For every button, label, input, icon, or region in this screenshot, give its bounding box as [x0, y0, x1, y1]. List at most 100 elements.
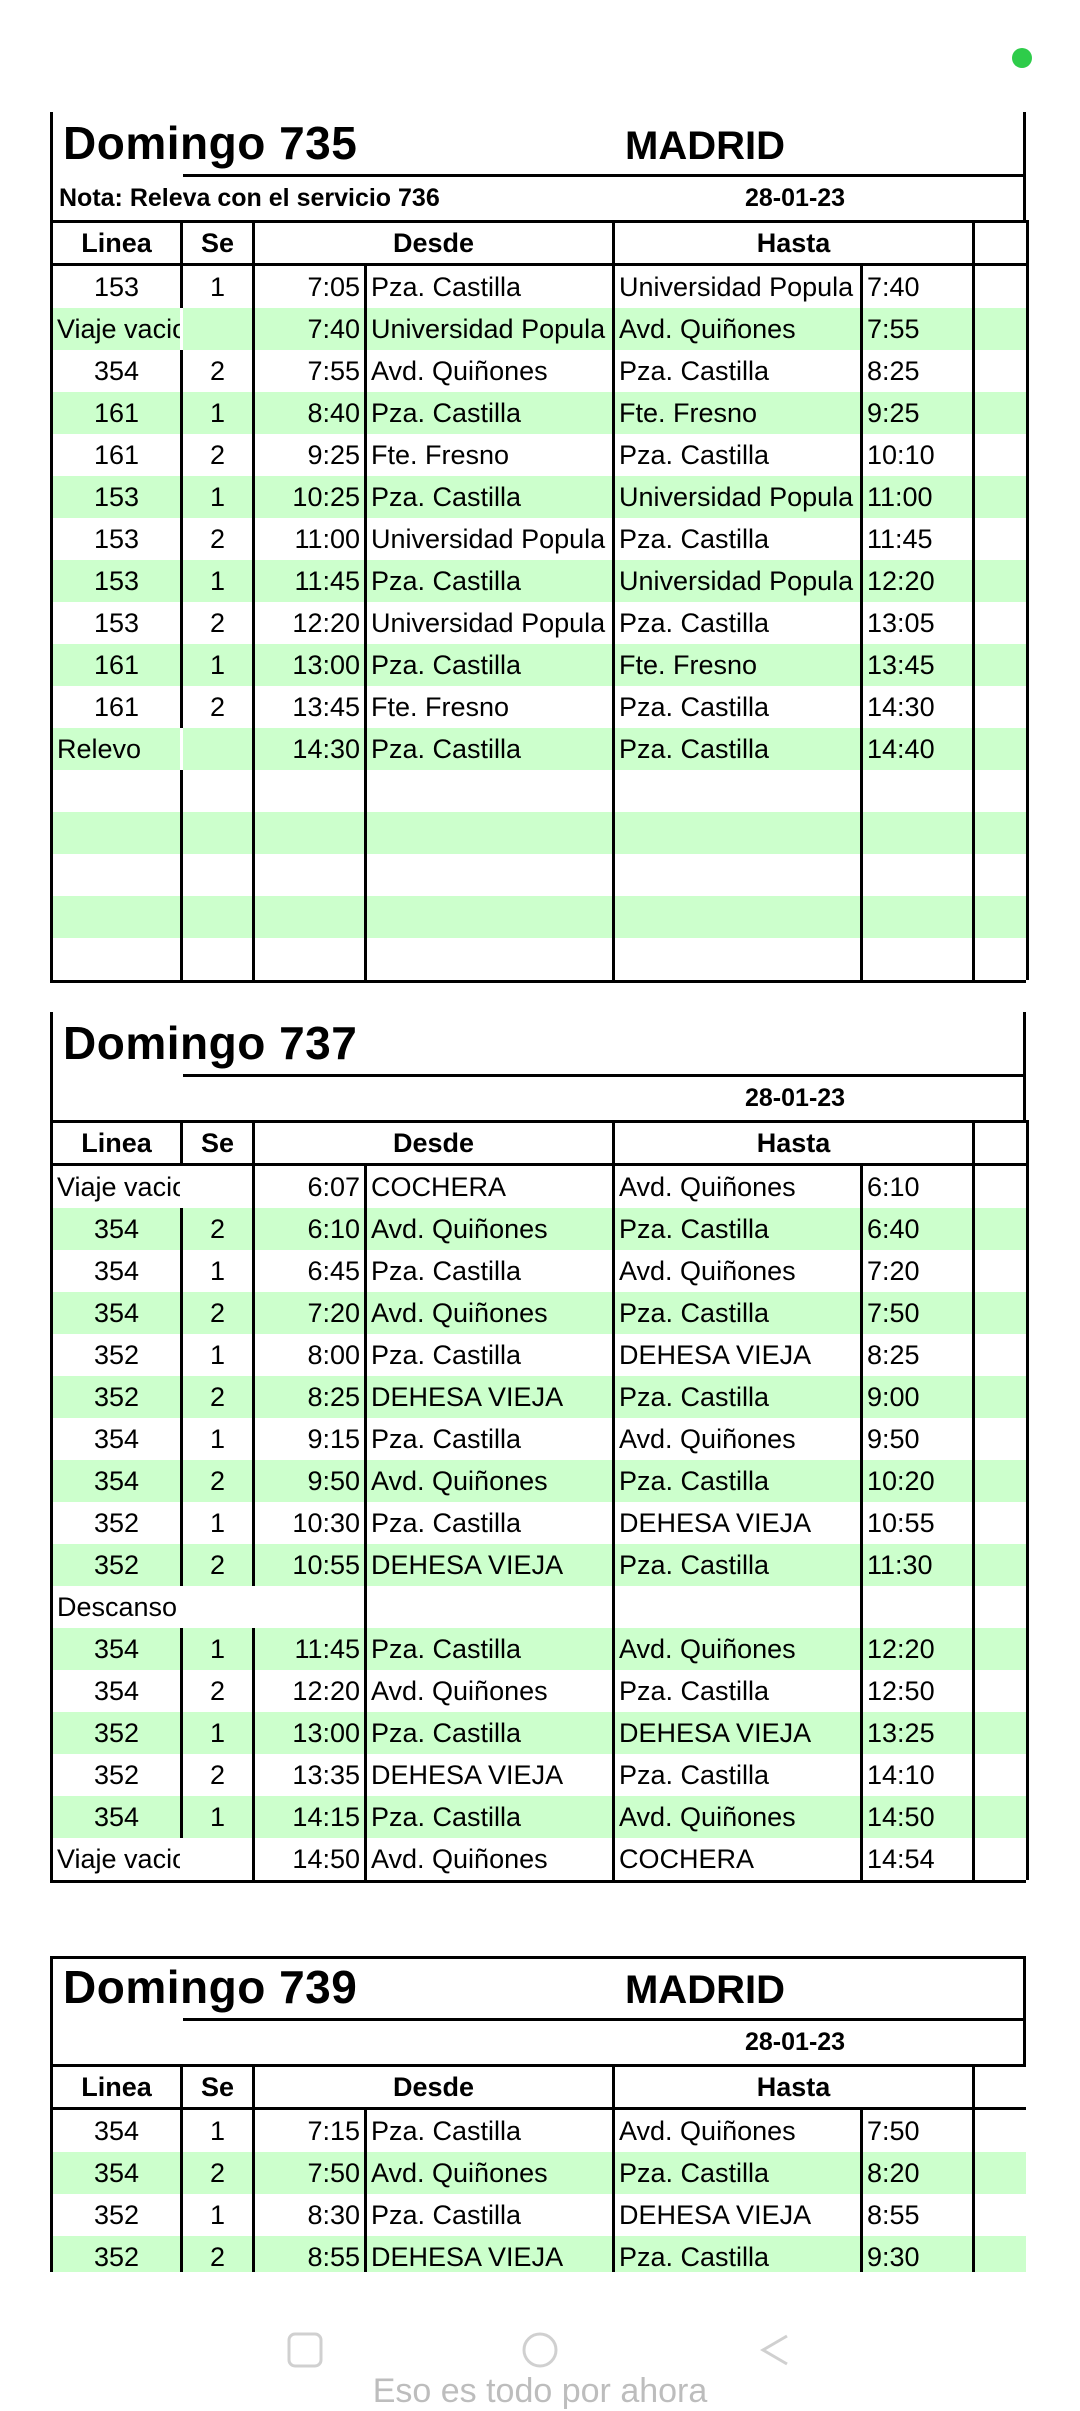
cell-se: 2	[180, 1376, 254, 1418]
table-row[interactable]: 352 2 8:55 DEHESA VIEJA Pza. Castilla 9:30	[50, 2236, 1026, 2272]
cell-desde: Avd. Quiñones	[363, 2152, 614, 2194]
cell-blank	[972, 1670, 1030, 1712]
cell-linea: 354	[50, 1670, 182, 1712]
table-row[interactable]: 354 2 9:50 Avd. Quiñones Pza. Castilla 10:20	[50, 1460, 1030, 1502]
cell-departure-time: 9:25	[252, 434, 366, 476]
table-row[interactable]	[50, 938, 1030, 980]
table-row[interactable]: 352 1 8:30 Pza. Castilla DEHESA VIEJA 8:55	[50, 2194, 1026, 2236]
cell-departure-time: 10:25	[252, 476, 366, 518]
cell-desde	[363, 938, 614, 980]
table-row[interactable]: 352 2 10:55 DEHESA VIEJA Pza. Castilla 11:30	[50, 1544, 1030, 1586]
table-row[interactable]: 354 1 9:15 Pza. Castilla Avd. Quiñones 9:50	[50, 1418, 1030, 1460]
cell-se	[180, 812, 254, 854]
cell-desde: Pza. Castilla	[363, 1628, 614, 1670]
cell-linea: 153	[50, 476, 182, 518]
table-row[interactable]	[50, 854, 1030, 896]
back-icon[interactable]	[755, 2330, 795, 2370]
cell-desde: DEHESA VIEJA	[363, 1544, 614, 1586]
table-row[interactable]: 352 2 13:35 DEHESA VIEJA Pza. Castilla 14:10	[50, 1754, 1030, 1796]
header-se: Se	[180, 1120, 254, 1166]
table-row[interactable]: Descanso	[50, 1586, 1030, 1628]
table-row[interactable]: 354 2 7:20 Avd. Quiñones Pza. Castilla 7:50	[50, 1292, 1030, 1334]
cell-hasta: Universidad Popula	[612, 476, 862, 518]
table-row[interactable]: Viaje vacio 7:40 Universidad Popula Avd. Qu…	[50, 308, 1030, 350]
cell-linea: 161	[50, 392, 182, 434]
table-header-row: Linea Se Desde Hasta	[50, 1120, 1030, 1166]
table-row[interactable]: 161 2 9:25 Fte. Fresno Pza. Castilla 10:10	[50, 434, 1030, 476]
cell-hasta: Pza. Castilla	[612, 350, 862, 392]
cell-hasta: Pza. Castilla	[612, 1670, 862, 1712]
cell-arrival-time: 14:30	[860, 686, 974, 728]
table-row[interactable]: 153 1 11:45 Pza. Castilla Universidad Popula…	[50, 560, 1030, 602]
table-row[interactable]: 354 2 7:50 Avd. Quiñones Pza. Castilla 8:20	[50, 2152, 1026, 2194]
cell-hasta: Avd. Quiñones	[612, 1164, 862, 1208]
recents-icon[interactable]	[285, 2330, 325, 2370]
cell-blank	[972, 644, 1030, 686]
cell-blank	[972, 1838, 1030, 1880]
block-top-rule	[53, 1956, 1023, 1959]
cell-blank	[972, 1754, 1030, 1796]
table-row[interactable]: 352 1 8:00 Pza. Castilla DEHESA VIEJA 8:25	[50, 1334, 1030, 1376]
cell-se: 2	[180, 602, 254, 644]
cell-departure-time: 8:30	[252, 2194, 366, 2236]
cell-departure-time: 8:25	[252, 1376, 366, 1418]
table-row[interactable]: Relevo 14:30 Pza. Castilla Pza. Castilla 14:…	[50, 728, 1030, 770]
cell-arrival-time: 9:00	[860, 1376, 974, 1418]
table-row[interactable]: 354 1 7:15 Pza. Castilla Avd. Quiñones 7:50	[50, 2108, 1026, 2152]
cell-se: 2	[180, 1208, 254, 1250]
header-blank	[972, 220, 1030, 266]
cell-linea: 354	[50, 1292, 182, 1334]
cell-departure-time: 7:50	[252, 2152, 366, 2194]
status-indicator-dot	[1012, 48, 1032, 68]
cell-hasta: Avd. Quiñones	[612, 308, 862, 350]
cell-arrival-time	[860, 854, 974, 896]
cell-arrival-time: 9:30	[860, 2236, 974, 2272]
table-row[interactable]: 153 2 12:20 Universidad Popula Pza. Castilla…	[50, 602, 1030, 644]
table-row[interactable]: 352 1 13:00 Pza. Castilla DEHESA VIEJA 13:25	[50, 1712, 1030, 1754]
cell-departure-time: 13:35	[252, 1754, 366, 1796]
cell-arrival-time: 13:25	[860, 1712, 974, 1754]
header-desde: Desde	[251, 1120, 614, 1166]
cell-departure-time: 7:55	[252, 350, 366, 392]
cell-arrival-time: 7:50	[860, 1292, 974, 1334]
table-row[interactable]: 354 1 14:15 Pza. Castilla Avd. Quiñones 14:50	[50, 1796, 1030, 1838]
cell-se	[180, 854, 254, 896]
table-row[interactable]	[50, 812, 1030, 854]
cell-linea: 352	[50, 1712, 182, 1754]
table-row[interactable]: 354 2 12:20 Avd. Quiñones Pza. Castilla 12:50	[50, 1670, 1030, 1712]
block-bottom-rule	[50, 980, 1026, 983]
table-row[interactable]: Viaje vacio 6:07 COCHERA Avd. Quiñones 6:10	[50, 1164, 1030, 1208]
cell-departure-time: 11:45	[252, 1628, 366, 1670]
cell-arrival-time: 14:10	[860, 1754, 974, 1796]
cell-hasta: Avd. Quiñones	[612, 1418, 862, 1460]
table-row[interactable]: 161 2 13:45 Fte. Fresno Pza. Castilla 14:30	[50, 686, 1030, 728]
table-row[interactable]: 153 2 11:00 Universidad Popula Pza. Castilla…	[50, 518, 1030, 560]
duty-block-header: Domingo 735 MADRID Nota: Releva con el ser…	[50, 112, 1026, 220]
table-row[interactable]	[50, 770, 1030, 812]
home-icon[interactable]	[520, 2330, 560, 2370]
table-row[interactable]: 153 1 7:05 Pza. Castilla Universidad Popula 7…	[50, 264, 1030, 308]
table-row[interactable]	[50, 896, 1030, 938]
cell-se: 2	[180, 1754, 254, 1796]
table-row[interactable]: 161 1 13:00 Pza. Castilla Fte. Fresno 13:45	[50, 644, 1030, 686]
cell-departure-time: 13:45	[252, 686, 366, 728]
cell-se: 1	[180, 1418, 254, 1460]
table-row[interactable]: 352 1 10:30 Pza. Castilla DEHESA VIEJA 10:55	[50, 1502, 1030, 1544]
cell-linea: Descanso	[50, 1586, 182, 1628]
cell-se: 1	[180, 1250, 254, 1292]
table-row[interactable]: 161 1 8:40 Pza. Castilla Fte. Fresno 9:25	[50, 392, 1030, 434]
table-row[interactable]: 352 2 8:25 DEHESA VIEJA Pza. Castilla 9:00	[50, 1376, 1030, 1418]
cell-blank	[972, 1712, 1030, 1754]
table-row[interactable]: 354 2 6:10 Avd. Quiñones Pza. Castilla 6:40	[50, 1208, 1030, 1250]
cell-desde	[363, 1586, 614, 1628]
cell-blank	[972, 2194, 1026, 2236]
duty-block-header: Domingo 737 28-01-23	[50, 1012, 1026, 1120]
header-hasta: Hasta	[612, 220, 974, 266]
table-row[interactable]: 354 1 6:45 Pza. Castilla Avd. Quiñones 7:20	[50, 1250, 1030, 1292]
cell-se	[180, 896, 254, 938]
table-row[interactable]: 354 1 11:45 Pza. Castilla Avd. Quiñones 12:20	[50, 1628, 1030, 1670]
table-row[interactable]: 153 1 10:25 Pza. Castilla Universidad Popula…	[50, 476, 1030, 518]
table-row[interactable]: 354 2 7:55 Avd. Quiñones Pza. Castilla 8:25	[50, 350, 1030, 392]
table-row[interactable]: Viaje vacio 14:50 Avd. Quiñones COCHERA 14:5…	[50, 1838, 1030, 1880]
cell-desde: Universidad Popula	[363, 308, 614, 350]
